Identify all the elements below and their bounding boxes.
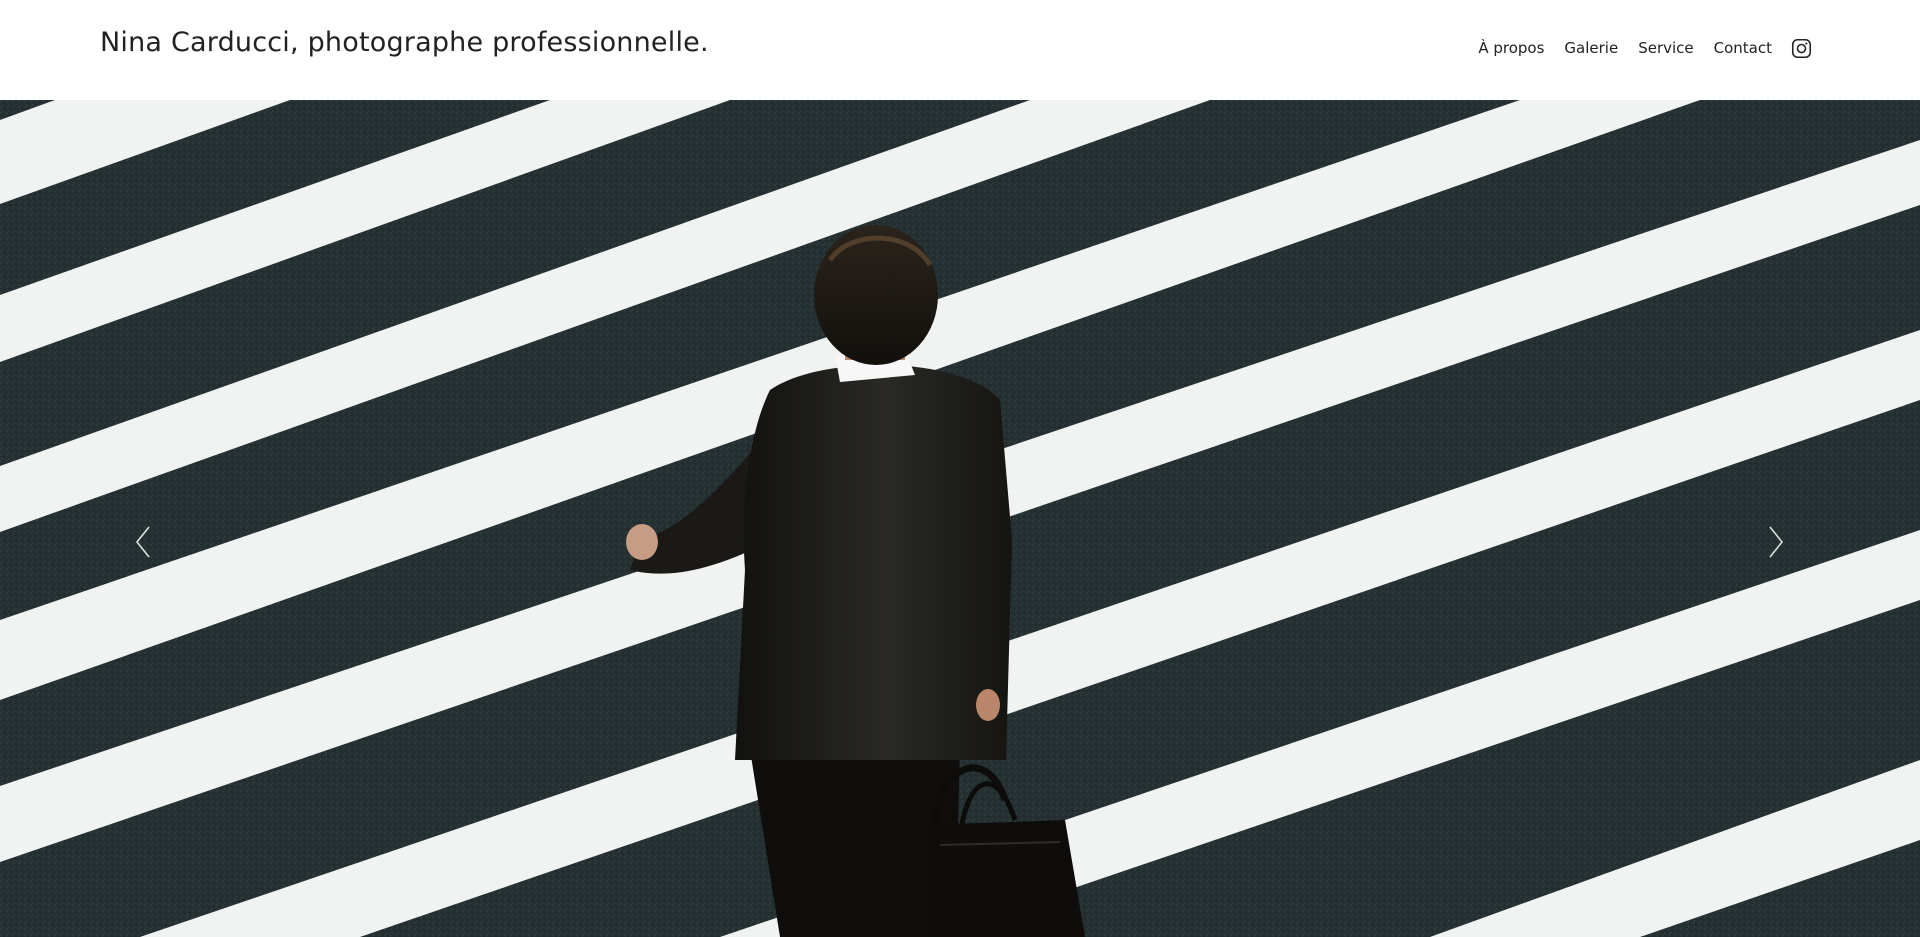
- chevron-right-icon: [1769, 526, 1784, 558]
- instagram-icon: [1791, 38, 1811, 58]
- nav-link-a-propos[interactable]: À propos: [1478, 39, 1544, 57]
- nav-link-galerie[interactable]: Galerie: [1564, 39, 1618, 57]
- hero-photo: [0, 100, 1920, 937]
- main-nav: À propos Galerie Service Contact: [1478, 37, 1812, 59]
- chevron-left-icon: [135, 526, 150, 558]
- carousel-prev-button[interactable]: [128, 520, 158, 564]
- nav-link-service[interactable]: Service: [1638, 39, 1693, 57]
- hero-carousel: [0, 100, 1920, 937]
- site-title: Nina Carducci, photographe professionnel…: [100, 27, 709, 58]
- instagram-link[interactable]: [1790, 37, 1812, 59]
- site-header: Nina Carducci, photographe professionnel…: [0, 0, 1920, 100]
- nav-link-contact[interactable]: Contact: [1714, 39, 1772, 57]
- carousel-next-button[interactable]: [1761, 520, 1791, 564]
